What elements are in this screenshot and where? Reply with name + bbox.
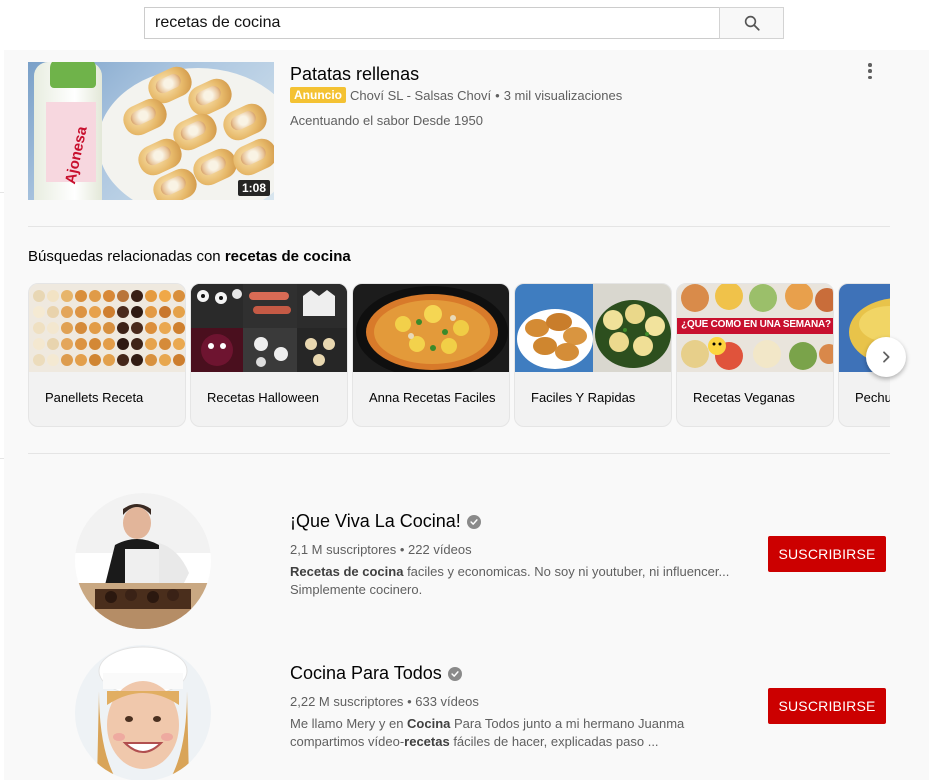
related-card-label: Panellets Receta	[45, 390, 144, 405]
related-card-label: Recetas Halloween	[207, 390, 320, 405]
channel-name: ¡Que Viva La Cocina!	[290, 511, 461, 531]
heading-prefix: Búsquedas relacionadas con	[28, 248, 225, 265]
search-button[interactable]	[719, 7, 784, 39]
channel-title[interactable]: ¡Que Viva La Cocina!	[290, 511, 481, 532]
related-searches-heading: Búsquedas relacionadas con recetas de co…	[28, 248, 351, 265]
related-card-panellets[interactable]: Panellets Receta	[28, 283, 186, 427]
related-card-anna[interactable]: Anna Recetas Faciles	[352, 283, 510, 427]
card-image	[29, 284, 185, 372]
paella-image	[353, 284, 509, 372]
related-card-label: Recetas Veganas	[693, 390, 795, 405]
ad-meta: Anuncio Choví SL - Salsas Choví • 3 mil …	[290, 87, 622, 103]
ad-views: 3 mil visualizaciones	[503, 87, 623, 103]
verified-check-icon	[466, 514, 481, 529]
ad-advertiser[interactable]: Choví SL - Salsas Choví	[350, 88, 491, 103]
channel-videos: 633 vídeos	[415, 694, 479, 709]
heading-query: recetas de cocina	[224, 248, 351, 265]
halloween-image	[191, 284, 347, 372]
potatoes-image	[515, 284, 671, 372]
ad-thumbnail[interactable]: Ajonesa 1:08	[28, 62, 274, 200]
logo-area	[30, 10, 120, 26]
channel-description: Me llamo Mery y en Cocina Para Todos jun…	[290, 715, 740, 751]
card-image	[191, 284, 347, 372]
channel-avatar[interactable]	[75, 493, 211, 629]
related-card-faciles[interactable]: Faciles Y Rapidas	[514, 283, 672, 427]
related-searches-strip: Panellets Receta Recetas Halloween Anna …	[28, 283, 890, 427]
related-card-halloween[interactable]: Recetas Halloween	[190, 283, 348, 427]
search-input[interactable]	[144, 7, 720, 39]
desc-bold: Cocina	[407, 716, 451, 731]
related-card-label: Pechu	[855, 390, 890, 405]
desc-bold: Recetas de cocina	[290, 564, 404, 579]
chef-avatar-image	[75, 493, 211, 629]
divider	[28, 453, 890, 454]
verified-check-icon	[447, 666, 462, 681]
ad-title[interactable]: Patatas rellenas	[290, 64, 419, 85]
desc-text: Simplemente cocinero.	[290, 582, 423, 597]
card-image: ¿QUE COMO EN UNA SEMANA?	[677, 284, 833, 372]
chef-girl-avatar-image	[75, 645, 211, 780]
search-icon	[744, 15, 760, 31]
card-image	[515, 284, 671, 372]
channel-name: Cocina Para Todos	[290, 663, 442, 683]
chevron-right-icon	[883, 351, 890, 363]
channel-meta: 2,22 M suscriptores • 633 vídeos	[290, 694, 479, 709]
desc-text: faciles y economicas. No soy ni youtuber…	[403, 564, 730, 579]
card-image	[353, 284, 509, 372]
subscribe-button[interactable]: SUSCRIBIRSE	[768, 688, 886, 724]
video-duration: 1:08	[237, 180, 270, 196]
desc-text: compartimos vídeo-	[290, 734, 405, 749]
channel-avatar[interactable]	[75, 645, 211, 780]
related-card-label: Anna Recetas Faciles	[369, 390, 496, 405]
channel-meta: 2,1 M suscriptores • 222 vídeos	[290, 542, 472, 557]
meta-separator: •	[495, 87, 500, 103]
channel-description: Recetas de cocina faciles y economicas. …	[290, 563, 740, 599]
meta-separator: •	[399, 542, 405, 557]
channel-subscribers: 2,22 M suscriptores	[290, 694, 404, 709]
meta-separator: •	[407, 694, 412, 709]
top-bar	[0, 0, 929, 50]
related-card-veganas[interactable]: ¿QUE COMO EN UNA SEMANA? Recetas Veganas	[676, 283, 834, 427]
sauce-bottle: Ajonesa	[34, 62, 102, 200]
divider	[28, 226, 890, 227]
desc-text: Me llamo Mery y en	[290, 716, 408, 731]
veganas-overlay-text: ¿QUE COMO EN UNA SEMANA?	[681, 319, 831, 330]
channel-subscribers: 2,1 M suscriptores	[290, 542, 397, 557]
panellets-image	[29, 284, 185, 372]
related-card-label: Faciles Y Rapidas	[531, 390, 636, 405]
more-vert-icon[interactable]	[862, 62, 878, 80]
ad-badge: Anuncio	[290, 87, 346, 103]
carousel-next-button[interactable]	[866, 337, 906, 377]
channel-title[interactable]: Cocina Para Todos	[290, 663, 462, 684]
desc-bold: recetas	[404, 734, 450, 749]
subscribe-button[interactable]: SUSCRIBIRSE	[768, 536, 886, 572]
channel-videos: 222 vídeos	[408, 542, 472, 557]
bottle-cap	[50, 62, 96, 88]
desc-text: Para Todos junto a mi hermano Juanma	[450, 716, 685, 731]
ad-description: Acentuando el sabor Desde 1950	[290, 113, 483, 128]
desc-text: fáciles de hacer, explicadas paso ...	[449, 734, 659, 749]
